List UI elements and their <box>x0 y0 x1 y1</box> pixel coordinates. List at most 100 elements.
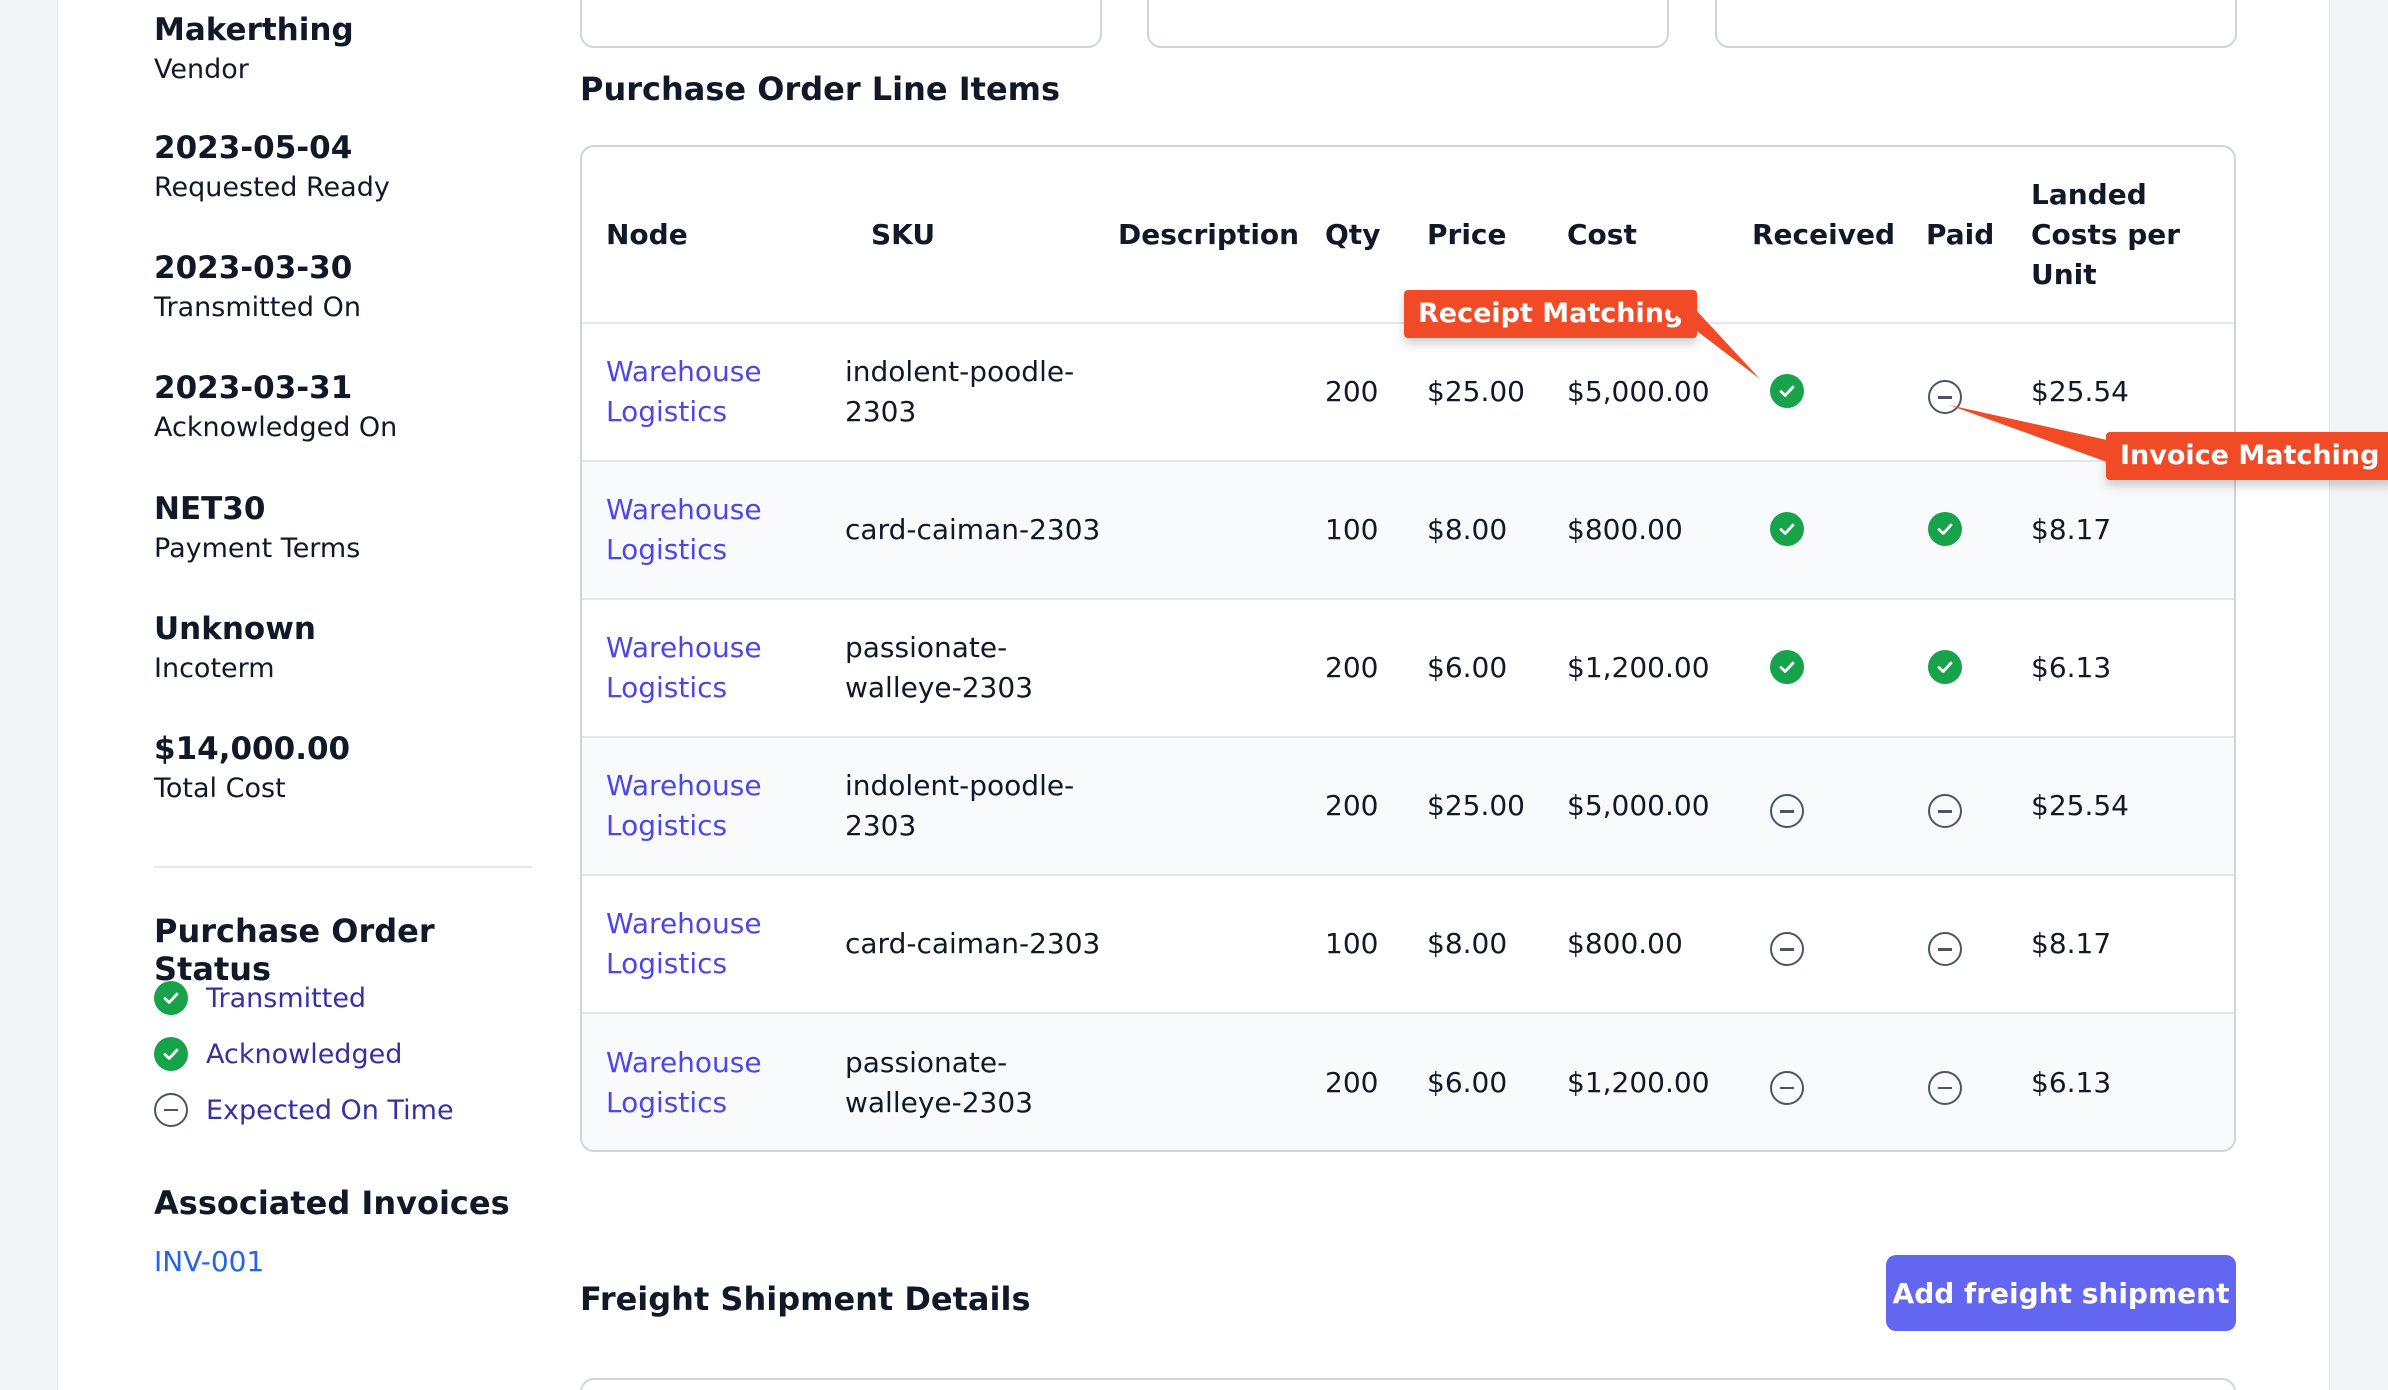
summary-card <box>1147 0 1669 48</box>
summary-card <box>1715 0 2237 48</box>
total-cost-info: $14,000.00 Total Cost <box>154 729 534 809</box>
status-item: Expected On Time <box>154 1082 454 1138</box>
sku-cell: card-caiman-2303 <box>845 927 1101 960</box>
summary-card <box>580 0 1102 48</box>
requested-ready-value: 2023-05-04 <box>154 130 353 166</box>
cost-cell: $5,000.00 <box>1567 789 1710 822</box>
po-status-list: Transmitted Acknowledged Expected On Tim… <box>154 970 454 1138</box>
node-link[interactable]: Warehouse Logistics <box>606 355 762 428</box>
minus-circle-icon <box>1770 794 1804 829</box>
paid-status <box>1928 794 1962 829</box>
paid-status <box>1928 1070 1962 1105</box>
sku-cell: indolent-poodle-2303 <box>845 769 1075 842</box>
paid-status <box>1928 512 1962 546</box>
transmitted-on-label: Transmitted On <box>154 292 362 323</box>
status-item: Transmitted <box>154 970 454 1026</box>
received-status <box>1770 374 1804 408</box>
payment-terms-value: NET30 <box>154 491 266 527</box>
column-header-landed-costs[interactable]: Landed Costs per Unit <box>2031 147 2234 323</box>
minus-circle-icon <box>1928 1070 1962 1105</box>
sku-cell: passionate-walleye-2303 <box>845 1045 1034 1119</box>
received-status <box>1770 512 1804 546</box>
check-circle-icon <box>1928 650 1962 684</box>
invoice-link[interactable]: INV-001 <box>154 1245 264 1278</box>
paid-status <box>1928 650 1962 684</box>
check-circle-icon <box>1770 650 1804 684</box>
acknowledged-on-value: 2023-03-31 <box>154 370 353 406</box>
landed-cost-cell: $8.17 <box>2031 927 2112 960</box>
status-label: Expected On Time <box>206 1094 454 1126</box>
cost-cell: $1,200.00 <box>1567 651 1710 684</box>
price-cell: $6.00 <box>1427 651 1508 684</box>
requested-ready-info: 2023-05-04 Requested Ready <box>154 128 534 208</box>
incoterm-label: Incoterm <box>154 653 275 684</box>
column-header-node[interactable]: Node <box>606 147 845 323</box>
qty-cell: 200 <box>1325 1065 1379 1099</box>
paid-status <box>1928 932 1962 967</box>
table-row: Warehouse Logistics passionate-walleye-23… <box>582 599 2234 737</box>
cost-cell: $1,200.00 <box>1567 1065 1710 1099</box>
status-label: Acknowledged <box>206 1038 403 1070</box>
sku-cell: indolent-poodle-2303 <box>845 355 1075 428</box>
receipt-callout-pointer <box>1660 295 1760 379</box>
freight-table <box>580 1378 2236 1390</box>
node-link[interactable]: Warehouse Logistics <box>606 907 762 980</box>
minus-circle-icon <box>154 1093 188 1127</box>
qty-cell: 200 <box>1325 375 1379 408</box>
received-status <box>1770 1070 1804 1105</box>
add-freight-shipment-button[interactable]: Add freight shipment <box>1886 1255 2236 1331</box>
landed-cost-cell: $8.17 <box>2031 513 2112 546</box>
column-header-description[interactable]: Description <box>1118 147 1325 323</box>
node-link[interactable]: Warehouse Logistics <box>606 493 762 566</box>
table-row: Warehouse Logistics passionate-walleye-23… <box>582 1013 2234 1150</box>
incoterm-value: Unknown <box>154 611 316 647</box>
check-circle-icon <box>1770 512 1804 546</box>
check-circle-icon <box>154 981 188 1015</box>
transmitted-on-info: 2023-03-30 Transmitted On <box>154 248 534 328</box>
column-header-paid[interactable]: Paid <box>1926 147 2031 323</box>
landed-cost-cell: $6.13 <box>2031 1065 2112 1099</box>
qty-cell: 100 <box>1325 927 1379 960</box>
freight-title: Freight Shipment Details <box>580 1280 1031 1318</box>
minus-circle-icon <box>1770 932 1804 967</box>
price-cell: $25.00 <box>1427 375 1525 408</box>
sidebar-divider <box>154 866 532 868</box>
table-row: Warehouse Logistics indolent-poodle-2303 2… <box>582 737 2234 875</box>
cost-cell: $800.00 <box>1567 927 1683 960</box>
node-link[interactable]: Warehouse Logistics <box>606 1046 762 1119</box>
qty-cell: 200 <box>1325 789 1379 822</box>
price-cell: $25.00 <box>1427 789 1525 822</box>
status-item: Acknowledged <box>154 1026 454 1082</box>
vendor-value: Makerthing <box>154 12 354 48</box>
vendor-label: Vendor <box>154 54 249 85</box>
minus-circle-icon <box>1928 794 1962 829</box>
total-cost-value: $14,000.00 <box>154 731 351 767</box>
payment-terms-label: Payment Terms <box>154 533 361 564</box>
minus-circle-icon <box>1928 932 1962 967</box>
check-circle-icon <box>1928 512 1962 546</box>
transmitted-on-value: 2023-03-30 <box>154 250 353 286</box>
node-link[interactable]: Warehouse Logistics <box>606 631 762 704</box>
line-items-title: Purchase Order Line Items <box>580 70 1061 108</box>
check-circle-icon <box>1770 374 1804 408</box>
table-row: Warehouse Logistics card-caiman-2303 100 $8… <box>582 875 2234 1013</box>
column-header-sku[interactable]: SKU <box>845 147 1118 323</box>
node-link[interactable]: Warehouse Logistics <box>606 769 762 842</box>
received-status <box>1770 650 1804 684</box>
price-cell: $8.00 <box>1427 927 1508 960</box>
vendor-info: Makerthing Vendor <box>154 10 534 90</box>
invoice-callout-pointer <box>1949 405 2107 462</box>
sku-cell: card-caiman-2303 <box>845 513 1101 546</box>
invoice-matching-callout: Invoice Matching <box>2106 432 2388 480</box>
incoterm-info: Unknown Incoterm <box>154 609 534 689</box>
column-header-received[interactable]: Received <box>1752 147 1926 323</box>
price-cell: $8.00 <box>1427 513 1508 546</box>
acknowledged-on-info: 2023-03-31 Acknowledged On <box>154 368 534 448</box>
check-circle-icon <box>154 1037 188 1071</box>
price-cell: $6.00 <box>1427 1065 1508 1099</box>
cost-cell: $800.00 <box>1567 513 1683 546</box>
minus-circle-icon <box>1770 1070 1804 1105</box>
requested-ready-label: Requested Ready <box>154 172 390 203</box>
invoices-heading: Associated Invoices <box>154 1184 510 1222</box>
acknowledged-on-label: Acknowledged On <box>154 412 398 443</box>
